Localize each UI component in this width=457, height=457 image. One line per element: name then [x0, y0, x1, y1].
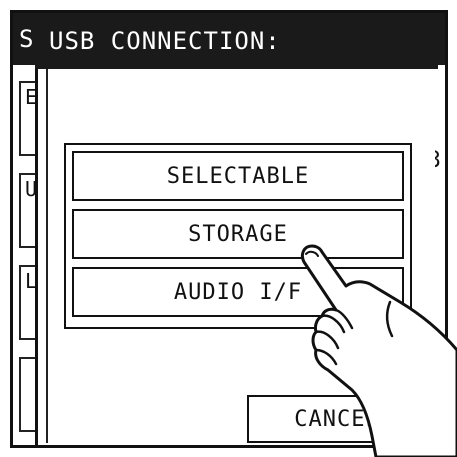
option-storage-button[interactable]: STORAGE [72, 209, 404, 259]
option-list: SELECTABLE STORAGE AUDIO I/F [64, 143, 412, 329]
dialog-title: USB CONNECTION: [49, 27, 281, 55]
option-selectable-button[interactable]: SELECTABLE [72, 151, 404, 201]
cancel-button[interactable]: CANCEL [247, 395, 427, 443]
background-title-text: S [19, 25, 34, 53]
touch-screen: S 3 E U L 3 USB CONNECTION: SELECTABLE S… [10, 10, 448, 448]
usb-connection-dialog: USB CONNECTION: SELECTABLE STORAGE AUDIO… [35, 13, 438, 445]
dialog-title-bar: USB CONNECTION: [35, 13, 438, 69]
option-audio-if-button[interactable]: AUDIO I/F [72, 267, 404, 317]
